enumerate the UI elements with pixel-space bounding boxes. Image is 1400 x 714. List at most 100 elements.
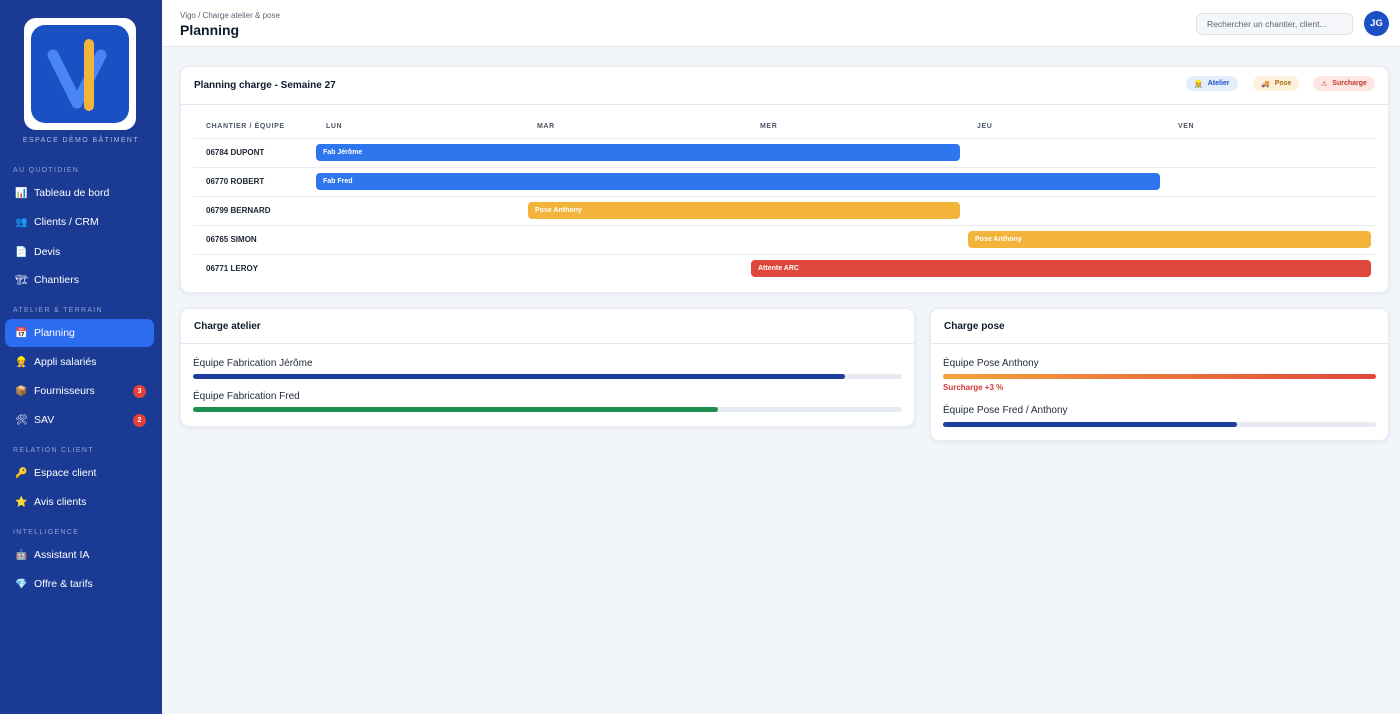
sidebar-item-label: Espace client: [34, 467, 97, 479]
card-divider: [181, 104, 1388, 105]
section-label-atelier: ATELIER & TERRAIN: [13, 307, 103, 314]
team-load-label: Équipe Fabrication Jérôme: [193, 358, 313, 369]
sidebar-item-espace-client[interactable]: 🔑 Espace client: [5, 459, 154, 487]
sidebar-item-tableau-de-bord[interactable]: 📊 Tableau de bord: [5, 179, 154, 207]
legend-label: Atelier: [1207, 80, 1230, 87]
sidebar-item-appli-salaries[interactable]: 👷 Appli salariés: [5, 348, 154, 376]
calendar-icon: 📅: [15, 327, 28, 339]
sidebar-item-chantiers[interactable]: 🏗 Chantiers: [5, 266, 154, 294]
row-divider: [193, 196, 1376, 197]
team-load-track: [193, 374, 902, 379]
team-load-fill: [193, 374, 846, 379]
sidebar-item-label: Devis: [34, 246, 61, 258]
sidebar-item-label: Clients / CRM: [34, 216, 99, 228]
planning-bar[interactable]: Pose Anthony: [528, 202, 960, 219]
sidebar: ESPACE DÉMO BÂTIMENT AU QUOTIDIEN 📊 Tabl…: [0, 0, 162, 714]
workspace-name: ESPACE DÉMO BÂTIMENT: [22, 137, 140, 144]
row-chantier-label[interactable]: 06770 ROBERT: [206, 177, 264, 186]
team-load-label: Équipe Pose Fred / Anthony: [943, 405, 1068, 416]
section-label-intelligence: INTELLIGENCE: [13, 529, 80, 536]
team-load-fill: [943, 374, 1376, 379]
sidebar-item-planning[interactable]: 📅 Planning: [5, 319, 154, 347]
people-icon: 👥: [15, 216, 28, 228]
team-load-fill: [943, 422, 1238, 427]
legend-atelier: 👷 Atelier: [1186, 76, 1238, 91]
column-header-mar: MAR: [537, 123, 555, 130]
legend-label: Surcharge: [1332, 80, 1367, 87]
row-chantier-label[interactable]: 06771 LEROY: [206, 264, 258, 273]
row-chantier-label[interactable]: 06765 SIMON: [206, 235, 257, 244]
team-load-track: [943, 374, 1376, 379]
column-header-mer: MER: [760, 123, 778, 130]
document-icon: 📄: [15, 246, 28, 258]
card-divider: [931, 343, 1388, 344]
team-load-label: Équipe Pose Anthony: [943, 358, 1039, 369]
sidebar-item-assistant-ia[interactable]: 🤖 Assistant IA: [5, 541, 154, 569]
card-divider: [181, 343, 914, 344]
sidebar-item-label: SAV: [34, 414, 55, 426]
charge-atelier-title: Charge atelier: [194, 321, 261, 332]
section-label-quotidien: AU QUOTIDIEN: [13, 167, 80, 174]
column-header-lun: LUN: [326, 123, 343, 130]
bar-chart-icon: 📊: [15, 187, 28, 199]
page-title: Planning: [180, 22, 240, 38]
legend-surcharge: ⚠ Surcharge: [1313, 76, 1375, 91]
notification-badge: 2: [133, 413, 146, 427]
sidebar-item-label: Offre & tarifs: [34, 578, 93, 590]
key-icon: 🔑: [15, 467, 28, 479]
top-header: Vigo / Charge atelier & pose Planning JG: [162, 0, 1400, 47]
notification-badge: 3: [133, 384, 146, 398]
planning-bar[interactable]: Attente ARC: [751, 260, 1371, 277]
row-chantier-label[interactable]: 06784 DUPONT: [206, 148, 264, 157]
column-header-jeu: JEU: [977, 123, 993, 130]
planning-title: Planning charge - Semaine 27: [194, 80, 336, 91]
sidebar-item-label: Chantiers: [34, 274, 79, 286]
sidebar-item-label: Appli salariés: [34, 356, 97, 368]
sidebar-item-clients-crm[interactable]: 👥 Clients / CRM: [5, 208, 154, 236]
vigo-logo-icon: [47, 39, 107, 111]
row-divider: [193, 138, 1376, 139]
team-load-label: Équipe Fabrication Fred: [193, 391, 300, 402]
worker-icon: 👷: [1194, 80, 1203, 88]
planning-bar[interactable]: Fab Fred: [316, 173, 1160, 190]
sidebar-item-avis-clients[interactable]: ⭐ Avis clients: [5, 488, 154, 516]
sidebar-item-fournisseurs[interactable]: 📦 Fournisseurs 3: [5, 377, 154, 405]
charge-pose-title: Charge pose: [944, 321, 1005, 332]
team-load-track: [193, 407, 902, 412]
sidebar-item-label: Assistant IA: [34, 549, 90, 561]
truck-icon: 🚚: [1261, 80, 1270, 88]
tools-icon: 🛠: [15, 414, 28, 426]
package-icon: 📦: [15, 385, 28, 397]
search-input[interactable]: [1196, 13, 1353, 35]
row-divider: [193, 254, 1376, 255]
legend-pose: 🚚 Pose: [1253, 76, 1300, 91]
row-divider: [193, 167, 1376, 168]
user-avatar[interactable]: JG: [1364, 11, 1389, 36]
app-logo[interactable]: [24, 18, 136, 130]
planning-bar[interactable]: Fab Jérôme: [316, 144, 960, 161]
row-chantier-label[interactable]: 06799 BERNARD: [206, 206, 270, 215]
sidebar-item-devis[interactable]: 📄 Devis: [5, 238, 154, 266]
diamond-icon: 💎: [15, 578, 28, 590]
surcharge-warning: Surcharge +3 %: [943, 383, 1004, 392]
sidebar-item-offre-tarifs[interactable]: 💎 Offre & tarifs: [5, 570, 154, 598]
robot-icon: 🤖: [15, 549, 28, 561]
sidebar-item-sav[interactable]: 🛠 SAV 2: [5, 406, 154, 434]
legend-label: Pose: [1274, 80, 1292, 87]
sidebar-item-label: Planning: [34, 327, 75, 339]
column-header-ven: VEN: [1178, 123, 1195, 130]
star-icon: ⭐: [15, 496, 28, 508]
building-icon: 🏗: [15, 274, 28, 286]
section-label-relation: RELATION CLIENT: [13, 447, 94, 454]
planning-bar[interactable]: Pose Anthony: [968, 231, 1371, 248]
column-header-chantier: CHANTIER / ÉQUIPE: [206, 123, 285, 130]
team-load-fill: [193, 407, 718, 412]
worker-icon: 👷: [15, 356, 28, 368]
row-divider: [193, 225, 1376, 226]
sidebar-item-label: Tableau de bord: [34, 187, 110, 199]
sidebar-item-label: Avis clients: [34, 496, 87, 508]
logo-mark: [31, 25, 129, 123]
breadcrumb[interactable]: Vigo / Charge atelier & pose: [180, 11, 280, 20]
sidebar-item-label: Fournisseurs: [34, 385, 95, 397]
warning-icon: ⚠: [1321, 80, 1328, 88]
